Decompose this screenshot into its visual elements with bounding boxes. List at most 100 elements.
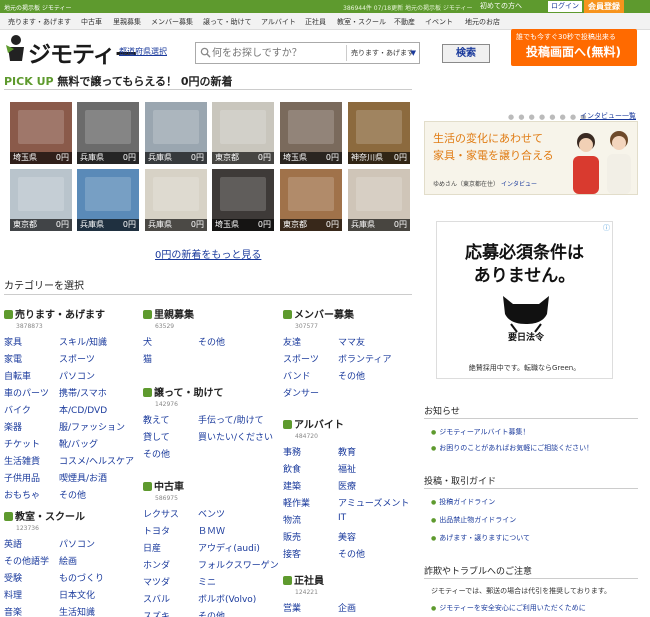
nav-item-event[interactable]: イベント bbox=[425, 17, 453, 27]
category-link[interactable]: バンド bbox=[283, 369, 338, 382]
category-link[interactable]: バイク bbox=[4, 403, 59, 416]
category-link[interactable]: ボランティア bbox=[338, 352, 418, 365]
interview-list-link[interactable]: インタビュー一覧 bbox=[580, 111, 636, 121]
jmty-logo-icon[interactable] bbox=[4, 32, 26, 64]
pickup-item[interactable]: 埼玉県 0円 bbox=[212, 169, 274, 231]
category-link[interactable]: スズキ bbox=[143, 609, 198, 617]
category-link[interactable]: ミニ bbox=[198, 575, 278, 588]
pickup-item[interactable]: 兵庫県 0円 bbox=[348, 169, 410, 231]
category-link[interactable]: 生活雑貨 bbox=[4, 454, 59, 467]
category-link[interactable]: 犬 bbox=[143, 335, 198, 348]
nav-item-pets[interactable]: 里親募集 bbox=[113, 17, 141, 27]
register-button[interactable]: 会員登録 bbox=[584, 0, 624, 13]
nav-item-realestate[interactable]: 不動産 bbox=[394, 17, 415, 27]
category-link[interactable]: 家具 bbox=[4, 335, 59, 348]
category-link[interactable]: 福祉 bbox=[338, 462, 418, 475]
category-link[interactable]: 手伝って/助けて bbox=[198, 413, 278, 426]
category-link[interactable]: スポーツ bbox=[59, 352, 139, 365]
category-link[interactable]: 買いたい/ください bbox=[198, 430, 278, 443]
category-link[interactable]: 企画 bbox=[338, 601, 418, 614]
nav-item-school[interactable]: 教室・スクール bbox=[337, 17, 386, 27]
fraud-item[interactable]: ● ジモティーを安全安心にご利用いただくために bbox=[431, 603, 586, 613]
nav-item-parttime[interactable]: アルバイト bbox=[261, 17, 296, 27]
category-link[interactable]: 音楽 bbox=[4, 605, 59, 617]
pickup-item[interactable]: 東京都 0円 bbox=[280, 169, 342, 231]
category-link[interactable]: 軽作業 bbox=[283, 496, 338, 509]
category-link[interactable]: 物流 bbox=[283, 513, 338, 526]
category-link[interactable]: 教えて bbox=[143, 413, 198, 426]
first-visit-link[interactable]: 初めての方へ bbox=[480, 1, 522, 11]
category-link[interactable]: その他語学 bbox=[4, 554, 59, 567]
nav-item-fulltime[interactable]: 正社員 bbox=[305, 17, 326, 27]
guide-item[interactable]: ● あげます・譲りますについて bbox=[431, 533, 530, 543]
category-link[interactable]: 生活知識 bbox=[59, 605, 139, 617]
category-link[interactable]: トヨタ bbox=[143, 524, 198, 537]
category-link[interactable]: 事務 bbox=[283, 445, 338, 458]
category-link[interactable]: スキル/知識 bbox=[59, 335, 139, 348]
login-button[interactable]: ログイン bbox=[548, 1, 582, 12]
category-link[interactable]: 英語 bbox=[4, 537, 59, 550]
prefecture-select-link[interactable]: 都道府県選択 bbox=[119, 46, 167, 57]
search-button[interactable]: 検索 bbox=[442, 44, 490, 63]
nav-item-used-car[interactable]: 中古車 bbox=[81, 17, 102, 27]
nav-item-local-shop[interactable]: 地元のお店 bbox=[465, 17, 500, 27]
category-link[interactable]: フォルクスワーゲン bbox=[198, 558, 279, 571]
category-link[interactable]: 営業 bbox=[283, 601, 338, 614]
category-link[interactable]: 接客 bbox=[283, 547, 338, 560]
category-link[interactable]: その他 bbox=[59, 488, 139, 501]
nav-item-help[interactable]: 譲って・助けて bbox=[203, 17, 252, 27]
category-link[interactable]: 家電 bbox=[4, 352, 59, 365]
category-link[interactable]: 車のパーツ bbox=[4, 386, 59, 399]
category-link[interactable]: ボルボ(Volvo) bbox=[198, 592, 278, 605]
search-category-select[interactable]: 売ります・あげます ▼ bbox=[346, 45, 418, 61]
category-link[interactable]: 友達 bbox=[283, 335, 338, 348]
category-link[interactable]: 喫煙具/お酒 bbox=[59, 471, 139, 484]
category-link[interactable]: 建築 bbox=[283, 479, 338, 492]
category-link[interactable]: スバル bbox=[143, 592, 198, 605]
pickup-item[interactable]: 埼玉県 0円 bbox=[280, 102, 342, 164]
category-link[interactable]: その他 bbox=[198, 609, 278, 617]
guide-item[interactable]: ● 出品禁止物ガイドライン bbox=[431, 515, 516, 525]
category-link[interactable]: ママ友 bbox=[338, 335, 418, 348]
ad-info-icon[interactable]: ⓘ bbox=[603, 223, 610, 233]
news-item[interactable]: ● ジモティーアルバイト募集！ bbox=[431, 427, 529, 437]
category-link[interactable]: 携帯/スマホ bbox=[59, 386, 139, 399]
category-link[interactable]: ダンサー bbox=[283, 386, 338, 399]
category-parttime-title[interactable]: アルバイト bbox=[283, 416, 418, 431]
category-link[interactable]: ベンツ bbox=[198, 507, 278, 520]
category-link[interactable]: パソコン bbox=[59, 537, 139, 550]
category-link[interactable]: パソコン bbox=[59, 369, 139, 382]
pickup-item[interactable]: 東京都 0円 bbox=[10, 169, 72, 231]
category-link[interactable]: 美容 bbox=[338, 530, 418, 543]
category-school-title[interactable]: 教室・スクール bbox=[4, 508, 139, 523]
category-link[interactable]: 貸して bbox=[143, 430, 198, 443]
category-link[interactable]: 日産 bbox=[143, 541, 198, 554]
category-link[interactable]: 服/ファッション bbox=[59, 420, 139, 433]
category-link[interactable]: マツダ bbox=[143, 575, 198, 588]
category-link[interactable]: ホンダ bbox=[143, 558, 198, 571]
pickup-item[interactable]: 兵庫県 0円 bbox=[77, 102, 139, 164]
nav-item-sell[interactable]: 売ります・あげます bbox=[8, 17, 71, 27]
category-help-title[interactable]: 譲って・助けて bbox=[143, 384, 278, 399]
category-link[interactable]: 飲食 bbox=[283, 462, 338, 475]
more-free-items-link[interactable]: 0円の新着をもっと見る bbox=[155, 246, 261, 261]
category-link[interactable]: アウディ(audi) bbox=[198, 541, 278, 554]
news-item[interactable]: ● お困りのことがあればお気軽にご相談ください！ bbox=[431, 443, 593, 453]
category-link[interactable]: 自転車 bbox=[4, 369, 59, 382]
category-link[interactable]: その他 bbox=[338, 547, 418, 560]
category-member-title[interactable]: メンバー募集 bbox=[283, 306, 418, 321]
category-link[interactable]: 猫 bbox=[143, 352, 198, 365]
category-link[interactable]: その他 bbox=[338, 369, 418, 382]
category-link[interactable]: 楽器 bbox=[4, 420, 59, 433]
category-link[interactable]: チケット bbox=[4, 437, 59, 450]
post-cta-banner[interactable]: 誰でも今すぐ30秒で投稿出来る 投稿画面へ(無料) bbox=[511, 29, 637, 66]
job-ad-banner[interactable]: ⓘ 応募必須条件は ありません。 要日法令 絶賛採用中です。転職ならGreen。 bbox=[436, 221, 613, 379]
category-link[interactable]: コスメ/ヘルスケア bbox=[59, 454, 139, 467]
category-used-car-title[interactable]: 中古車 bbox=[143, 478, 278, 493]
category-link[interactable]: 料理 bbox=[4, 588, 59, 601]
category-link[interactable]: 靴/バッグ bbox=[59, 437, 139, 450]
category-link[interactable]: その他 bbox=[143, 447, 198, 460]
category-link[interactable]: 医療 bbox=[338, 479, 418, 492]
category-link[interactable]: 販売 bbox=[283, 530, 338, 543]
interview-banner[interactable]: 生活の変化にあわせて 家具・家電を譲り合える ゆめさん（東京都在住） インタビュ… bbox=[424, 121, 638, 195]
